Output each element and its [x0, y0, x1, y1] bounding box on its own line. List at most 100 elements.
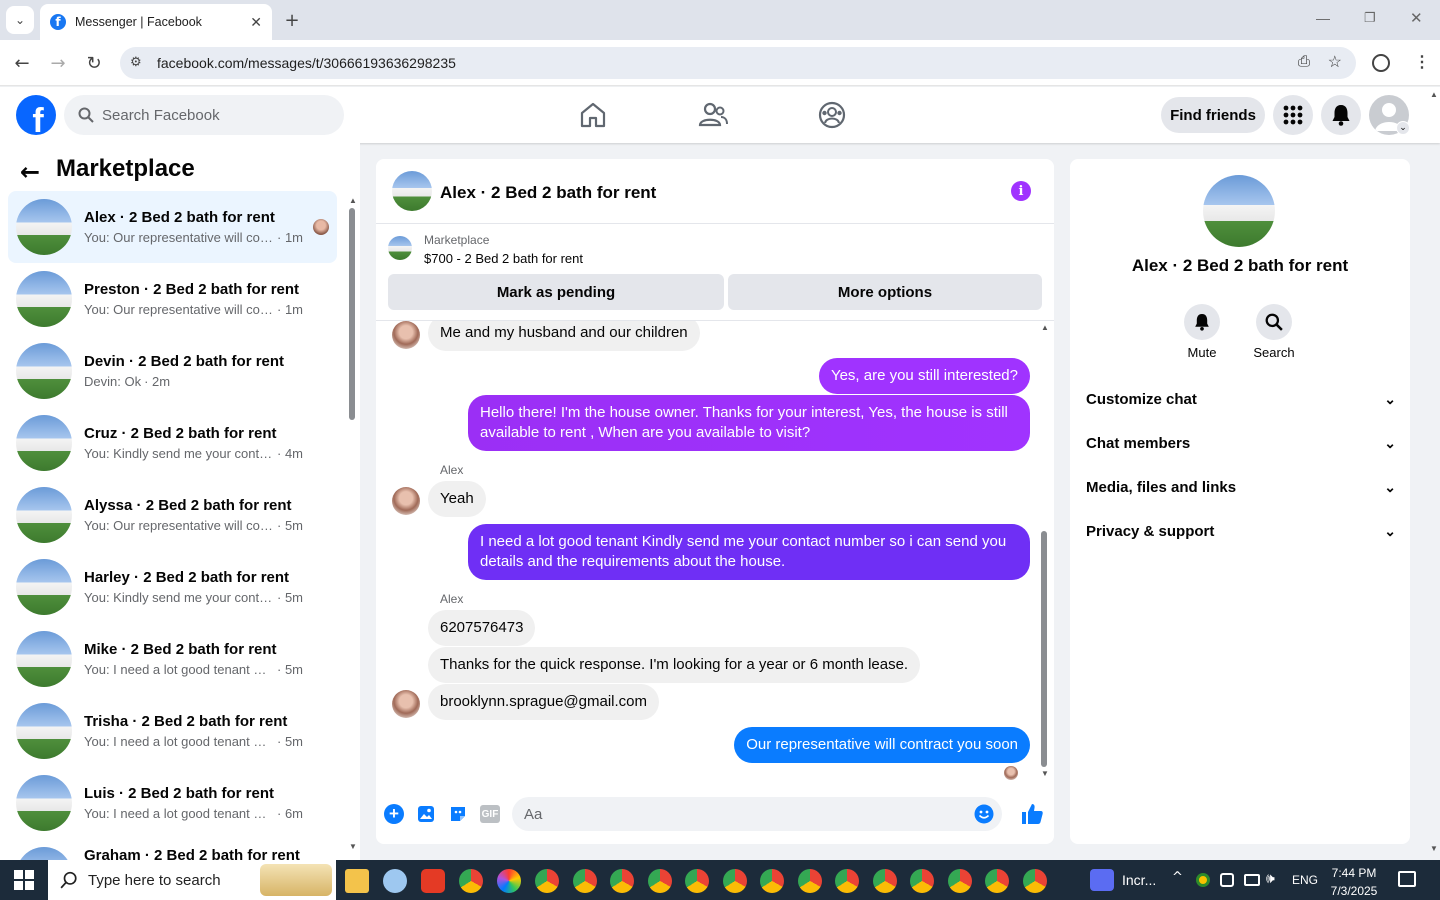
- chrome-window-icon[interactable]: [835, 869, 859, 893]
- account-chevron-icon[interactable]: ⌄: [1396, 121, 1410, 135]
- site-info-icon[interactable]: ⚙: [130, 54, 142, 70]
- install-app-icon[interactable]: ⎙: [1298, 53, 1310, 70]
- message-bubble-in[interactable]: Me and my husband and our children: [428, 321, 700, 351]
- conversation-item[interactable]: Harley · 2 Bed 2 bath for rent You: Kindl…: [8, 551, 337, 623]
- show-hidden-icons-icon[interactable]: ^: [1172, 870, 1183, 885]
- chrome-icon[interactable]: [459, 869, 483, 893]
- emoji-icon[interactable]: [974, 804, 994, 824]
- chrome-window-icon[interactable]: [985, 869, 1009, 893]
- chrome-window-icon[interactable]: [797, 869, 822, 893]
- listing-thumbnail[interactable]: [388, 236, 412, 260]
- message-bubble-out[interactable]: Yes, are you still interested?: [818, 358, 1030, 394]
- menu-kebab-icon[interactable]: ⋮: [1414, 52, 1430, 72]
- message-bubble-out[interactable]: Our representative will contract you soo…: [734, 727, 1030, 763]
- chrome-window-icon[interactable]: [872, 869, 897, 893]
- taskbar-search-box[interactable]: Type here to search: [48, 860, 336, 900]
- close-tab-icon[interactable]: ✕: [250, 14, 262, 31]
- network-icon[interactable]: [1244, 874, 1260, 886]
- windows-start-icon[interactable]: [14, 870, 34, 890]
- chat-title[interactable]: Alex · 2 Bed 2 bath for rent: [440, 183, 656, 203]
- info-icon[interactable]: i: [1011, 181, 1031, 201]
- tray-meet-icon[interactable]: [1220, 873, 1234, 887]
- conversation-item[interactable]: Alex · 2 Bed 2 bath for rent You: Our rep…: [8, 191, 337, 263]
- sticker-icon[interactable]: [448, 804, 468, 824]
- groups-icon[interactable]: [816, 99, 848, 131]
- back-arrow-icon[interactable]: ←: [20, 158, 40, 186]
- chrome-window-icon[interactable]: [910, 869, 934, 893]
- notification-center-icon[interactable]: [1398, 871, 1416, 887]
- file-explorer-icon[interactable]: [345, 869, 369, 893]
- conversation-item[interactable]: Graham · 2 Bed 2 bath for rent: [8, 839, 337, 860]
- chrome-window-icon[interactable]: [760, 869, 784, 893]
- address-bar[interactable]: ⚙ facebook.com/messages/t/30666193636298…: [120, 47, 1356, 79]
- gif-icon[interactable]: GIF: [480, 805, 500, 823]
- details-avatar[interactable]: [1203, 175, 1275, 247]
- new-tab-icon[interactable]: +: [278, 6, 306, 34]
- conversation-item[interactable]: Cruz · 2 Bed 2 bath for rent You: Kindly …: [8, 407, 337, 479]
- message-input[interactable]: Aa: [512, 797, 1002, 831]
- chrome-window-icon[interactable]: [947, 869, 972, 893]
- browser-tab[interactable]: f Messenger | Facebook ✕: [40, 4, 272, 40]
- conversation-item[interactable]: Devin · 2 Bed 2 bath for rent Devin: Ok · …: [8, 335, 337, 407]
- chrome-window-icon[interactable]: [647, 869, 672, 893]
- language-indicator[interactable]: ENG: [1292, 873, 1318, 887]
- media-files-links-section[interactable]: Media, files and links ⌄: [1086, 479, 1396, 496]
- chrome-window-icon[interactable]: [685, 869, 709, 893]
- chrome-window-icon[interactable]: [722, 869, 747, 893]
- tab-search-icon[interactable]: ⌄: [6, 6, 34, 34]
- message-bubble-out[interactable]: I need a lot good tenant Kindly send me …: [468, 524, 1030, 580]
- thumbs-up-icon[interactable]: [1020, 802, 1044, 826]
- app-icon[interactable]: [383, 869, 407, 893]
- message-bubble-in[interactable]: Yeah: [428, 481, 486, 517]
- conversation-item[interactable]: Alyssa · 2 Bed 2 bath for rent You: Our r…: [8, 479, 337, 551]
- search-conversation-button[interactable]: [1256, 304, 1292, 340]
- customize-chat-section[interactable]: Customize chat ⌄: [1086, 391, 1396, 408]
- app-icon[interactable]: [497, 869, 521, 893]
- thread-scrollbar[interactable]: ▲ ▼: [1038, 323, 1050, 783]
- conversation-item[interactable]: Preston · 2 Bed 2 bath for rent You: Our …: [8, 263, 337, 335]
- facebook-search-input[interactable]: Search Facebook: [64, 95, 344, 135]
- video-app-icon[interactable]: [1090, 869, 1114, 891]
- listing-text[interactable]: $700 - 2 Bed 2 bath for rent: [424, 251, 583, 266]
- chat-avatar[interactable]: [392, 171, 432, 211]
- forward-icon[interactable]: →: [44, 49, 72, 77]
- page-scrollbar[interactable]: ▲ ▼: [1428, 88, 1440, 860]
- clock[interactable]: 7:44 PM 7/3/2025: [1326, 864, 1382, 900]
- bookmark-star-icon[interactable]: ☆: [1328, 52, 1342, 72]
- more-options-button[interactable]: More options: [728, 274, 1042, 310]
- photo-icon[interactable]: [416, 804, 436, 824]
- list-scrollbar[interactable]: ▲ ▼: [346, 192, 358, 852]
- reload-icon[interactable]: ↻: [80, 49, 108, 77]
- notifications-button[interactable]: [1321, 95, 1361, 135]
- restore-icon[interactable]: ❐: [1364, 10, 1376, 26]
- message-bubble-in[interactable]: brooklynn.sprague@gmail.com: [428, 684, 659, 720]
- back-icon[interactable]: ←: [8, 49, 36, 77]
- friends-icon[interactable]: [697, 99, 729, 131]
- profile-icon[interactable]: [1372, 54, 1390, 72]
- close-window-icon[interactable]: ✕: [1410, 9, 1423, 27]
- chrome-window-icon[interactable]: [572, 869, 597, 893]
- chrome-window-icon[interactable]: [535, 869, 559, 893]
- chrome-window-icon[interactable]: [610, 869, 634, 893]
- message-bubble-in[interactable]: 6207576473: [428, 610, 536, 646]
- conversation-item[interactable]: Mike · 2 Bed 2 bath for rent You: I need …: [8, 623, 337, 695]
- privacy-support-section[interactable]: Privacy & support ⌄: [1086, 523, 1396, 540]
- mark-as-pending-button[interactable]: Mark as pending: [388, 274, 724, 310]
- plus-icon[interactable]: +: [384, 804, 404, 824]
- chrome-window-icon[interactable]: [1022, 869, 1047, 893]
- app-icon[interactable]: [421, 869, 445, 893]
- taskbar-app-label[interactable]: Incr...: [1122, 872, 1156, 888]
- minimize-icon[interactable]: —: [1316, 10, 1330, 26]
- facebook-logo-icon[interactable]: f: [16, 95, 56, 135]
- menu-button[interactable]: [1273, 95, 1313, 135]
- tray-app-icon[interactable]: [1196, 873, 1210, 887]
- mute-button[interactable]: [1184, 304, 1220, 340]
- home-icon[interactable]: [577, 99, 609, 131]
- conversation-item[interactable]: Luis · 2 Bed 2 bath for rent You: I need …: [8, 767, 337, 839]
- volume-icon[interactable]: 🕪: [1266, 871, 1275, 887]
- chat-members-section[interactable]: Chat members ⌄: [1086, 435, 1396, 452]
- message-bubble-out[interactable]: Hello there! I'm the house owner. Thanks…: [468, 395, 1030, 451]
- conversation-item[interactable]: Trisha · 2 Bed 2 bath for rent You: I nee…: [8, 695, 337, 767]
- find-friends-button[interactable]: Find friends: [1161, 97, 1265, 133]
- message-bubble-in[interactable]: Thanks for the quick response. I'm looki…: [428, 647, 921, 683]
